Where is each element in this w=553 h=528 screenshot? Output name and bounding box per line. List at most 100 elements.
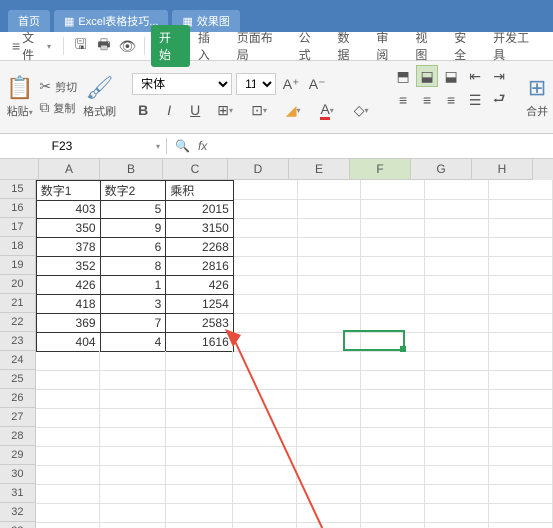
cell-H15[interactable]	[489, 180, 553, 200]
cell-G27[interactable]	[425, 408, 489, 428]
cell-G16[interactable]	[425, 199, 489, 219]
font-color-button[interactable]: A▾	[312, 99, 342, 121]
row-header-31[interactable]: 31	[0, 484, 36, 503]
cell-C30[interactable]	[166, 465, 234, 485]
cell-D31[interactable]	[233, 484, 297, 504]
cell-F23[interactable]	[361, 332, 425, 352]
cell-F24[interactable]	[361, 351, 425, 371]
row-header-19[interactable]: 19	[0, 256, 36, 275]
copy-button[interactable]: ⧉复制	[39, 99, 77, 116]
cell-E19[interactable]	[298, 256, 362, 276]
cell-A27[interactable]	[36, 408, 100, 428]
cell-E32[interactable]	[297, 503, 361, 523]
cell-B23[interactable]: 4	[101, 332, 167, 352]
cell-H30[interactable]	[489, 465, 553, 485]
row-header-32[interactable]: 32	[0, 503, 36, 522]
save-button[interactable]: 🖫	[70, 35, 91, 57]
cell-D28[interactable]	[233, 427, 297, 447]
fill-color-button[interactable]: ◢▾	[278, 99, 308, 121]
cell-A31[interactable]	[36, 484, 100, 504]
cell-G17[interactable]	[425, 218, 489, 238]
cell-C32[interactable]	[166, 503, 234, 523]
cell-style-button[interactable]: ⊡▾	[244, 99, 274, 121]
col-header-F[interactable]: F	[350, 159, 411, 180]
cell-F20[interactable]	[361, 275, 425, 295]
cell-B31[interactable]	[100, 484, 166, 504]
cell-E30[interactable]	[297, 465, 361, 485]
col-header-G[interactable]: G	[411, 159, 472, 180]
spreadsheet-grid[interactable]: ABCDEFGH 15数字1数字2乘积164035201517350931501…	[0, 159, 553, 528]
ribbon-tab-start[interactable]: 开始	[151, 25, 190, 67]
cell-C25[interactable]	[166, 370, 234, 390]
row-header-29[interactable]: 29	[0, 446, 36, 465]
cell-A16[interactable]: 403	[36, 199, 101, 219]
cell-D23[interactable]	[234, 332, 298, 352]
italic-button[interactable]: I	[158, 99, 180, 121]
row-header-23[interactable]: 23	[0, 332, 36, 351]
cell-D16[interactable]	[234, 199, 298, 219]
col-header-H[interactable]: H	[472, 159, 533, 180]
row-header-16[interactable]: 16	[0, 199, 36, 218]
cell-C16[interactable]: 2015	[166, 199, 234, 219]
cell-C20[interactable]: 426	[166, 275, 234, 295]
cell-F32[interactable]	[361, 503, 425, 523]
cell-A20[interactable]: 426	[36, 275, 101, 295]
cell-H21[interactable]	[489, 294, 553, 314]
cell-H19[interactable]	[489, 256, 553, 276]
cell-H33[interactable]	[489, 522, 553, 528]
cell-D18[interactable]	[234, 237, 298, 257]
cell-G15[interactable]	[425, 180, 489, 200]
cell-B20[interactable]: 1	[101, 275, 167, 295]
row-header-24[interactable]: 24	[0, 351, 36, 370]
row-header-15[interactable]: 15	[0, 180, 36, 199]
cell-B32[interactable]	[100, 503, 166, 523]
cell-D25[interactable]	[233, 370, 297, 390]
ribbon-tab-review[interactable]: 审阅	[368, 25, 407, 67]
col-header-A[interactable]: A	[39, 159, 100, 180]
cell-G24[interactable]	[425, 351, 489, 371]
cell-C27[interactable]	[166, 408, 234, 428]
cell-B22[interactable]: 7	[101, 313, 167, 333]
cut-button[interactable]: ✂剪切	[39, 78, 77, 95]
cell-F21[interactable]	[361, 294, 425, 314]
cell-D21[interactable]	[234, 294, 298, 314]
col-header-C[interactable]: C	[163, 159, 228, 180]
cell-F16[interactable]	[361, 199, 425, 219]
preview-button[interactable]: 👁	[117, 35, 138, 57]
cell-D17[interactable]	[234, 218, 298, 238]
cell-B25[interactable]	[100, 370, 166, 390]
ribbon-tab-formula[interactable]: 公式	[291, 25, 330, 67]
cell-E29[interactable]	[297, 446, 361, 466]
cell-A19[interactable]: 352	[36, 256, 101, 276]
cell-G33[interactable]	[425, 522, 489, 528]
cell-C18[interactable]: 2268	[166, 237, 234, 257]
cell-A18[interactable]: 378	[36, 237, 101, 257]
cell-H32[interactable]	[489, 503, 553, 523]
row-header-22[interactable]: 22	[0, 313, 36, 332]
cell-B16[interactable]: 5	[101, 199, 167, 219]
cell-A15[interactable]: 数字1	[36, 180, 101, 201]
cell-B19[interactable]: 8	[101, 256, 167, 276]
cell-F31[interactable]	[361, 484, 425, 504]
cell-H31[interactable]	[489, 484, 553, 504]
col-header-E[interactable]: E	[289, 159, 350, 180]
cell-H17[interactable]	[489, 218, 553, 238]
row-header-25[interactable]: 25	[0, 370, 36, 389]
cell-B18[interactable]: 6	[101, 237, 167, 257]
cell-G23[interactable]	[425, 332, 489, 352]
cell-B29[interactable]	[100, 446, 166, 466]
cell-G19[interactable]	[425, 256, 489, 276]
cell-G18[interactable]	[425, 237, 489, 257]
row-header-20[interactable]: 20	[0, 275, 36, 294]
cell-E22[interactable]	[298, 313, 362, 333]
cell-E31[interactable]	[297, 484, 361, 504]
cell-B24[interactable]	[100, 351, 166, 371]
cell-A22[interactable]: 369	[36, 313, 101, 333]
cell-D27[interactable]	[233, 408, 297, 428]
cell-A29[interactable]	[36, 446, 100, 466]
cell-B17[interactable]: 9	[101, 218, 167, 238]
cell-H28[interactable]	[489, 427, 553, 447]
cell-F26[interactable]	[361, 389, 425, 409]
cell-D29[interactable]	[233, 446, 297, 466]
paste-icon[interactable]: 📋	[6, 75, 33, 101]
